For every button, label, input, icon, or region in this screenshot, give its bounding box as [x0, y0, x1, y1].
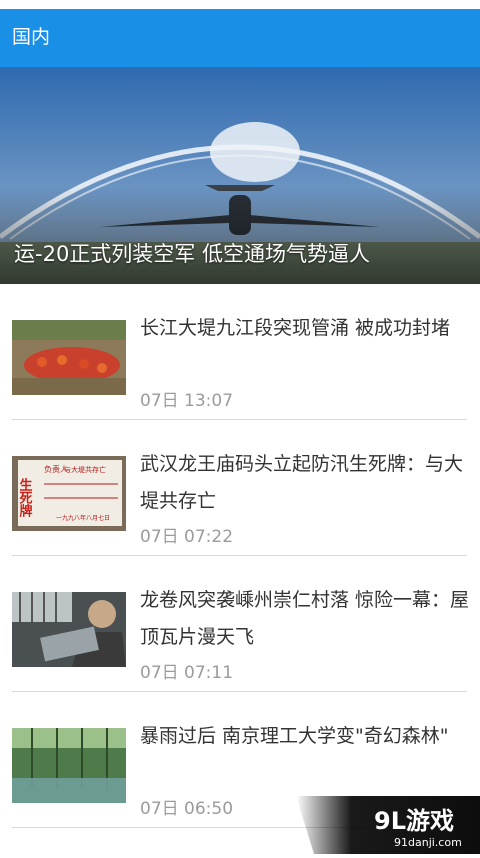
news-item[interactable]: 生死牌 负责人 与大堤共存亡 一九九八年八月七日 武汉龙王庙码头立起防汛生死牌：…: [0, 420, 480, 556]
news-thumbnail: [12, 728, 126, 803]
site-watermark: 9L游戏 91danji.com: [296, 796, 480, 854]
sign-line-2: 与大堤共存亡: [64, 465, 106, 474]
watermark-url: 91danji.com: [394, 836, 462, 849]
news-thumbnail: [12, 320, 126, 395]
news-time: 07日 13:07: [140, 391, 234, 411]
app-header: 国内: [0, 9, 480, 67]
news-thumbnail: [12, 592, 126, 667]
news-list: 长江大堤九江段突现管涌 被成功封堵 07日 13:07 生死牌 负责人 与大堤共…: [0, 284, 480, 828]
news-title: 长江大堤九江段突现管涌 被成功封堵: [140, 317, 451, 339]
news-thumbnail: 生死牌 负责人 与大堤共存亡 一九九八年八月七日: [12, 456, 126, 531]
news-title: 龙卷风突袭嵊州崇仁村落 惊险一幕：屋顶瓦片漫天飞: [140, 589, 470, 648]
news-time: 07日 07:11: [140, 663, 234, 683]
news-item[interactable]: 龙卷风突袭嵊州崇仁村落 惊险一幕：屋顶瓦片漫天飞 07日 07:11: [0, 556, 480, 692]
sign-big-text: 生死牌: [17, 477, 33, 518]
news-time: 07日 07:22: [140, 527, 234, 547]
page-title: 国内: [12, 26, 51, 48]
sign-bottom-text: 一九九八年八月七日: [56, 514, 110, 522]
watermark-logo: 9L游戏: [374, 807, 454, 835]
news-title: 武汉龙王庙码头立起防汛生死牌：与大堤共存亡: [140, 453, 464, 512]
status-bar: [0, 0, 480, 9]
hero-banner[interactable]: 运-20正式列装空军 低空通场气势逼人: [0, 67, 480, 284]
news-title: 暴雨过后 南京理工大学变"奇幻森林": [140, 725, 449, 747]
news-item[interactable]: 长江大堤九江段突现管涌 被成功封堵 07日 13:07: [0, 284, 480, 420]
hero-caption: 运-20正式列装空军 低空通场气势逼人: [14, 242, 370, 266]
news-time: 07日 06:50: [140, 799, 234, 819]
